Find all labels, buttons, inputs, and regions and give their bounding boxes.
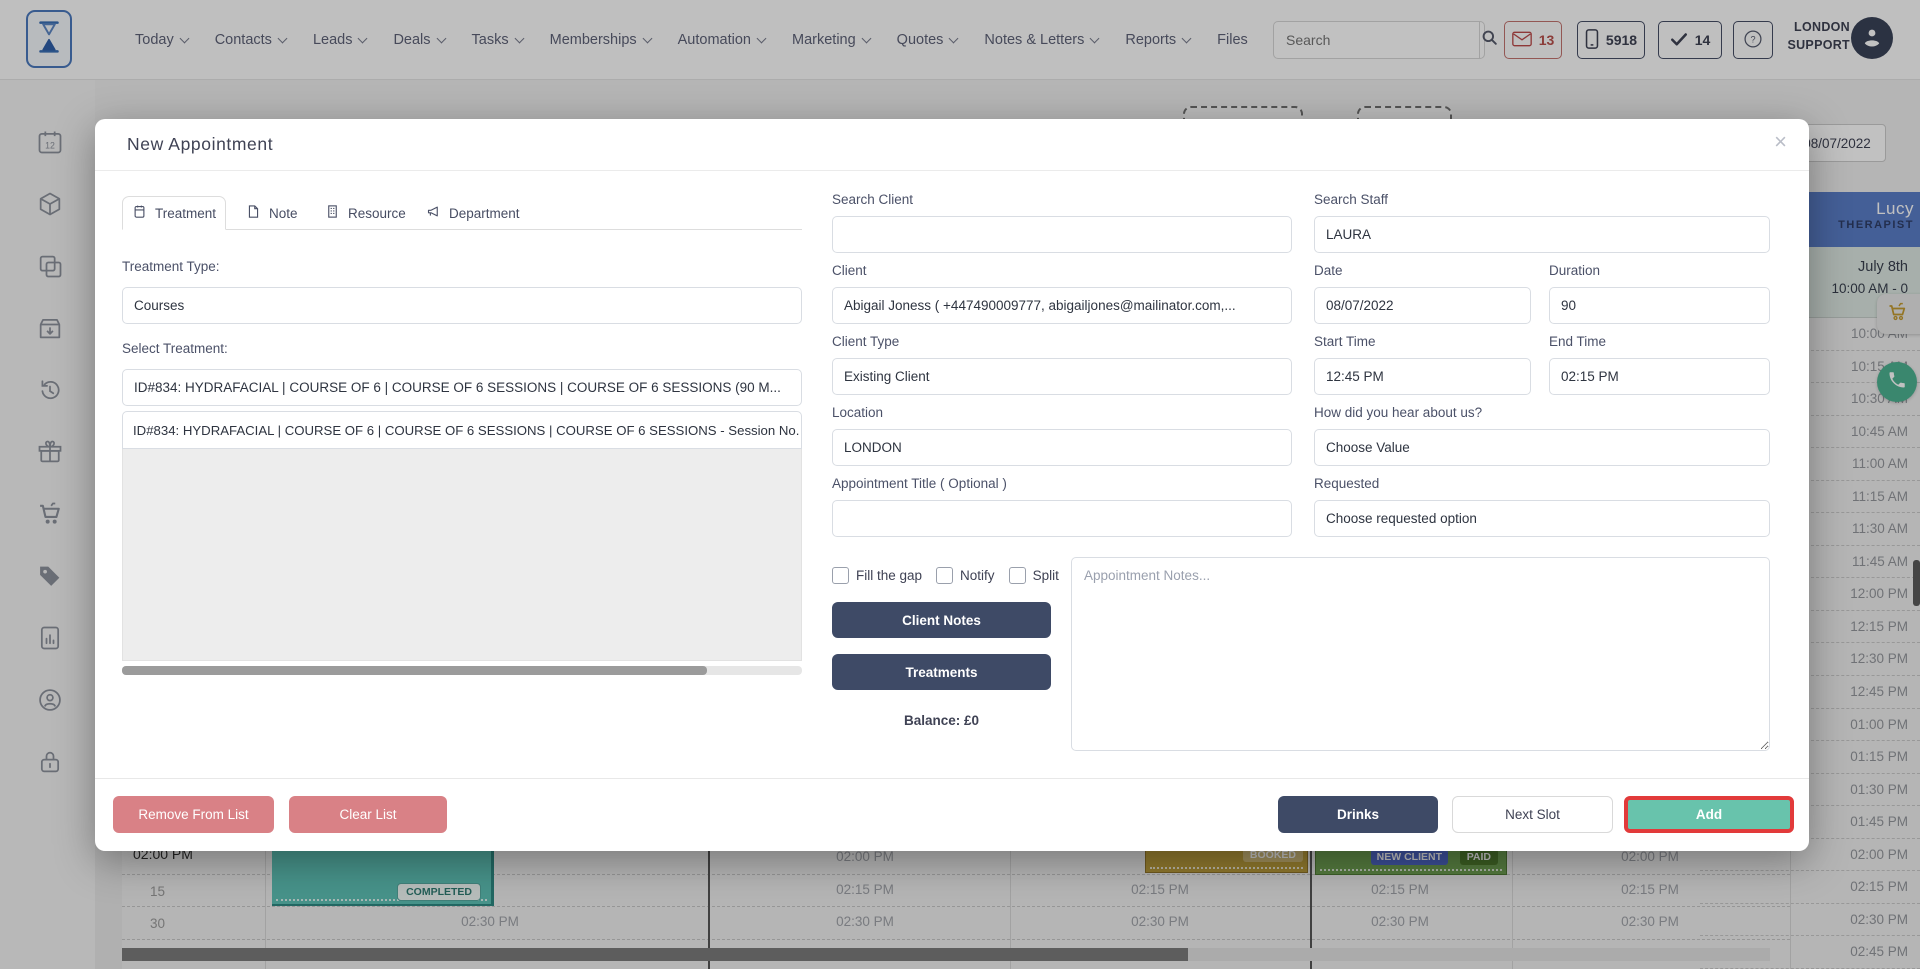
split-option: Split [1009, 567, 1059, 584]
end-time-input[interactable] [1549, 358, 1770, 395]
search-client-input[interactable] [832, 216, 1292, 253]
modal-footer: Remove From List Clear List Drinks Next … [95, 778, 1809, 851]
notify-option: Notify [936, 567, 995, 584]
treatment-type-label: Treatment Type: [122, 259, 220, 274]
duration-label: Duration [1549, 263, 1600, 278]
start-time-label: Start Time [1314, 334, 1376, 349]
add-button[interactable]: Add [1624, 796, 1794, 833]
options-row: Fill the gap Notify Split [832, 567, 1059, 584]
appointment-title-label: Appointment Title ( Optional ) [832, 476, 1007, 491]
tab-resource[interactable]: Resource [321, 196, 410, 230]
drinks-button[interactable]: Drinks [1278, 796, 1438, 833]
end-time-label: End Time [1549, 334, 1606, 349]
select-treatment-label: Select Treatment: [122, 341, 228, 356]
date-input[interactable] [1314, 287, 1531, 324]
treatment-list-scrollbar-thumb[interactable] [122, 666, 707, 675]
modal-title: New Appointment [127, 134, 273, 155]
hear-about-select[interactable] [1314, 429, 1770, 466]
location-select[interactable] [832, 429, 1292, 466]
treatment-list-item[interactable]: ID#834: HYDRAFACIAL | COURSE OF 6 | COUR… [122, 411, 802, 449]
client-type-select[interactable] [832, 358, 1292, 395]
modal-header: New Appointment × [95, 119, 1809, 171]
fill-the-gap-checkbox[interactable] [832, 567, 849, 584]
start-time-input[interactable] [1314, 358, 1531, 395]
split-checkbox[interactable] [1009, 567, 1026, 584]
balance-text: Balance: £0 [832, 713, 1051, 728]
client-type-label: Client Type [832, 334, 899, 349]
search-staff-label: Search Staff [1314, 192, 1388, 207]
next-slot-button[interactable]: Next Slot [1452, 796, 1613, 833]
date-label: Date [1314, 263, 1343, 278]
treatment-list-scrollbar[interactable] [122, 666, 802, 675]
treatments-button[interactable]: Treatments [832, 654, 1051, 690]
clear-list-button[interactable]: Clear List [289, 796, 447, 833]
tab-treatment[interactable]: Treatment [122, 196, 226, 230]
select-treatment-select[interactable] [122, 369, 802, 406]
appointment-notes-textarea[interactable] [1071, 557, 1770, 751]
treatment-type-select[interactable] [122, 287, 802, 324]
new-appointment-modal: New Appointment × Treatment Note Resourc… [95, 119, 1809, 851]
hear-about-label: How did you hear about us? [1314, 405, 1482, 420]
requested-label: Requested [1314, 476, 1379, 491]
search-staff-input[interactable] [1314, 216, 1770, 253]
notify-checkbox[interactable] [936, 567, 953, 584]
client-input[interactable] [832, 287, 1292, 324]
note-icon [246, 204, 261, 222]
client-notes-button[interactable]: Client Notes [832, 602, 1051, 638]
fill-the-gap-option: Fill the gap [832, 567, 922, 584]
clipboard-icon [132, 204, 147, 222]
tab-department[interactable]: Department [422, 196, 524, 230]
search-client-label: Search Client [832, 192, 913, 207]
building-icon [325, 204, 340, 222]
close-icon[interactable]: × [1774, 131, 1787, 153]
requested-select[interactable] [1314, 500, 1770, 537]
client-label: Client [832, 263, 867, 278]
duration-input[interactable] [1549, 287, 1770, 324]
appointment-title-input[interactable] [832, 500, 1292, 537]
treatment-list-empty-area [122, 449, 802, 661]
megaphone-icon [426, 204, 441, 222]
location-label: Location [832, 405, 883, 420]
remove-from-list-button[interactable]: Remove From List [113, 796, 274, 833]
tab-note[interactable]: Note [242, 196, 302, 230]
